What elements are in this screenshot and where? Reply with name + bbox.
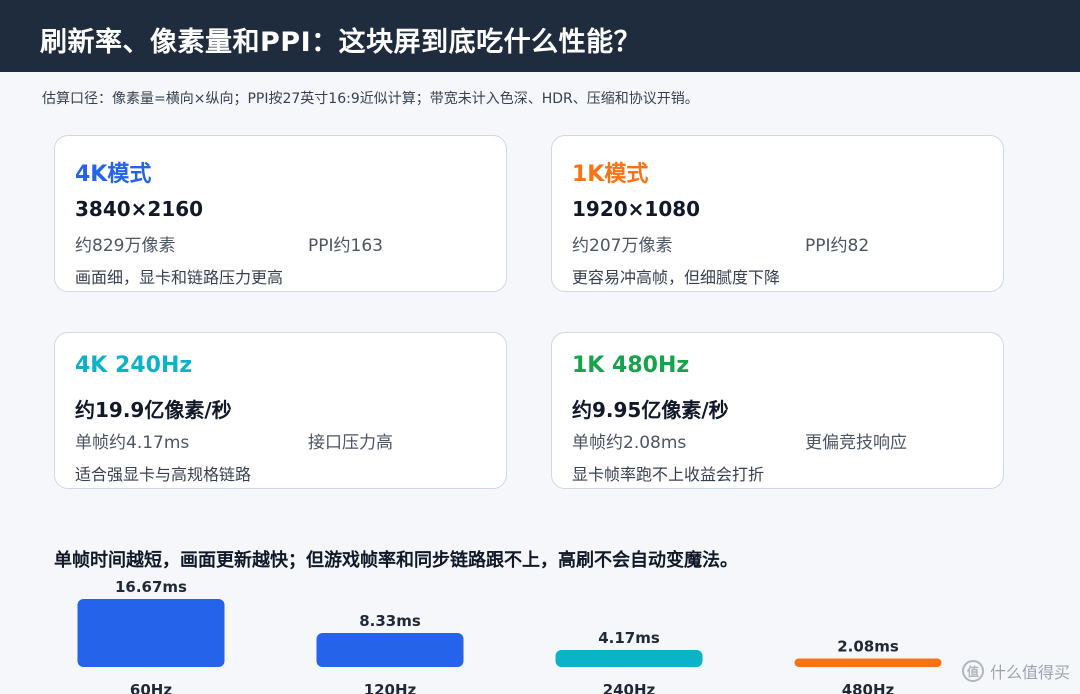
bar-120Hz — [316, 633, 464, 667]
card-1k-mode: 1K模式 1920×1080 约207万像素 PPI约82 更容易冲高帧，但细腻… — [551, 135, 1004, 292]
card-title: 1K模式 — [572, 162, 649, 187]
category-label-480Hz: 480Hz — [842, 681, 895, 694]
card-main-value: 约9.95亿像素/秒 — [572, 398, 729, 422]
card-main-value: 1920×1080 — [572, 197, 701, 221]
watermark: 值 什么值得买 — [961, 656, 1070, 686]
frame-time-bar-chart: 16.67ms 60Hz 8.33ms 120Hz 4.17ms 240Hz 2.08ms 4… — [77, 578, 942, 694]
value-label-60Hz: 16.67ms — [115, 578, 187, 596]
category-label-120Hz: 120Hz — [364, 681, 417, 694]
card-main-value: 3840×2160 — [75, 197, 204, 221]
card-stat-b: 更偏竞技响应 — [805, 433, 907, 453]
card-4k-240hz: 4K 240Hz 约19.9亿像素/秒 单帧约4.17ms 接口压力高 适合强显… — [54, 332, 507, 489]
value-label-240Hz: 4.17ms — [598, 629, 660, 647]
card-description: 适合强显卡与高规格链路 — [75, 465, 252, 484]
card-stat-a: 约829万像素 — [75, 236, 176, 256]
card-stat-b: PPI约163 — [308, 236, 383, 256]
chart-title: 单帧时间越短，画面更新越快；但游戏帧率和同步链路跟不上，高刷不会自动变魔法。 — [54, 550, 738, 571]
card-stat-a: 单帧约4.17ms — [75, 433, 190, 453]
card-stat-a: 单帧约2.08ms — [572, 433, 687, 453]
value-label-480Hz: 2.08ms — [837, 638, 899, 656]
card-stat-b: 接口压力高 — [308, 433, 393, 453]
card-main-value: 约19.9亿像素/秒 — [75, 398, 232, 422]
card-stat-a: 约207万像素 — [572, 236, 673, 256]
estimation-note: 估算口径：像素量=横向×纵向；PPI按27英寸16:9近似计算；带宽未计入色深、… — [42, 91, 699, 107]
category-label-60Hz: 60Hz — [130, 681, 172, 694]
card-stat-b: PPI约82 — [805, 236, 870, 256]
value-label-120Hz: 8.33ms — [359, 612, 421, 630]
bar-240Hz — [555, 649, 703, 667]
card-4k-mode: 4K模式 3840×2160 约829万像素 PPI约163 画面细，显卡和链路… — [54, 135, 507, 292]
watermark-text: 什么值得买 — [989, 663, 1070, 682]
bar-60Hz — [77, 599, 225, 667]
card-title: 4K模式 — [75, 162, 152, 187]
page-title: 刷新率、像素量和PPI：这块屏到底吃什么性能？ — [40, 27, 642, 58]
category-label-240Hz: 240Hz — [603, 681, 656, 694]
card-title: 1K 480Hz — [572, 353, 690, 378]
header-bar: 刷新率、像素量和PPI：这块屏到底吃什么性能？ — [0, 0, 1080, 72]
card-title: 4K 240Hz — [75, 353, 193, 378]
card-description: 更容易冲高帧，但细腻度下降 — [572, 268, 781, 287]
bar-480Hz — [794, 658, 942, 667]
card-description: 画面细，显卡和链路压力更高 — [75, 268, 284, 287]
card-1k-480hz: 1K 480Hz 约9.95亿像素/秒 单帧约2.08ms 更偏竞技响应 显卡帧… — [551, 332, 1004, 489]
card-description: 显卡帧率跑不上收益会打折 — [572, 465, 765, 484]
brand-logo-icon: 值 — [961, 660, 984, 682]
